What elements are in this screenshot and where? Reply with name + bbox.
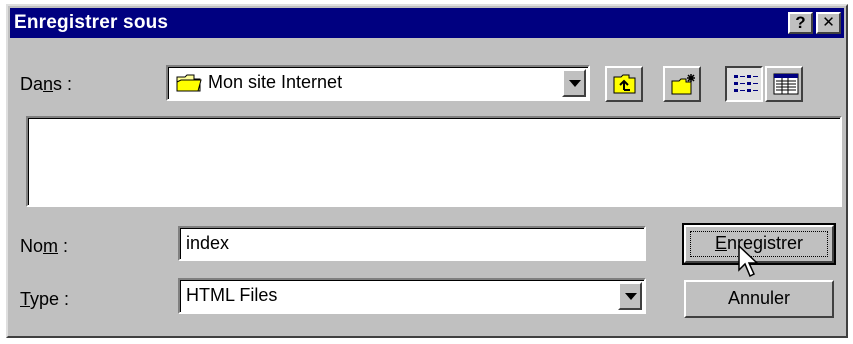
up-one-level-icon [613, 74, 636, 94]
cancel-button[interactable]: Annuler [684, 280, 834, 318]
filetype-combo[interactable]: HTML Files [178, 278, 646, 314]
file-list[interactable] [26, 116, 842, 207]
folder-icon [176, 73, 202, 98]
new-folder-button[interactable] [663, 66, 701, 102]
save-as-dialog: Enregistrer sous ? ✕ Dans : Mon site Int… [6, 4, 848, 338]
location-dropdown-button[interactable] [562, 69, 586, 97]
details-view-icon [773, 73, 799, 95]
details-view-button[interactable] [765, 66, 803, 102]
filename-label: Nom : [20, 236, 69, 256]
filetype-value: HTML Files [186, 285, 278, 305]
location-value: Mon site Internet [208, 72, 343, 92]
title-bar: Enregistrer sous ? ✕ [10, 8, 844, 38]
window-title: Enregistrer sous [14, 12, 169, 33]
mouse-pointer-icon [738, 245, 759, 278]
location-combo[interactable]: Mon site Internet [166, 65, 590, 101]
up-one-level-button[interactable] [605, 66, 643, 102]
help-button[interactable]: ? [788, 12, 813, 34]
filename-value: index [186, 233, 230, 253]
location-label: Dans : [20, 74, 73, 94]
list-view-icon [734, 75, 758, 92]
close-button[interactable]: ✕ [816, 12, 841, 34]
filetype-dropdown-button[interactable] [618, 282, 642, 310]
new-folder-icon [671, 74, 695, 95]
filetype-label: Type : [20, 289, 70, 309]
list-view-button[interactable] [725, 66, 763, 102]
filename-input[interactable]: index [178, 226, 646, 261]
